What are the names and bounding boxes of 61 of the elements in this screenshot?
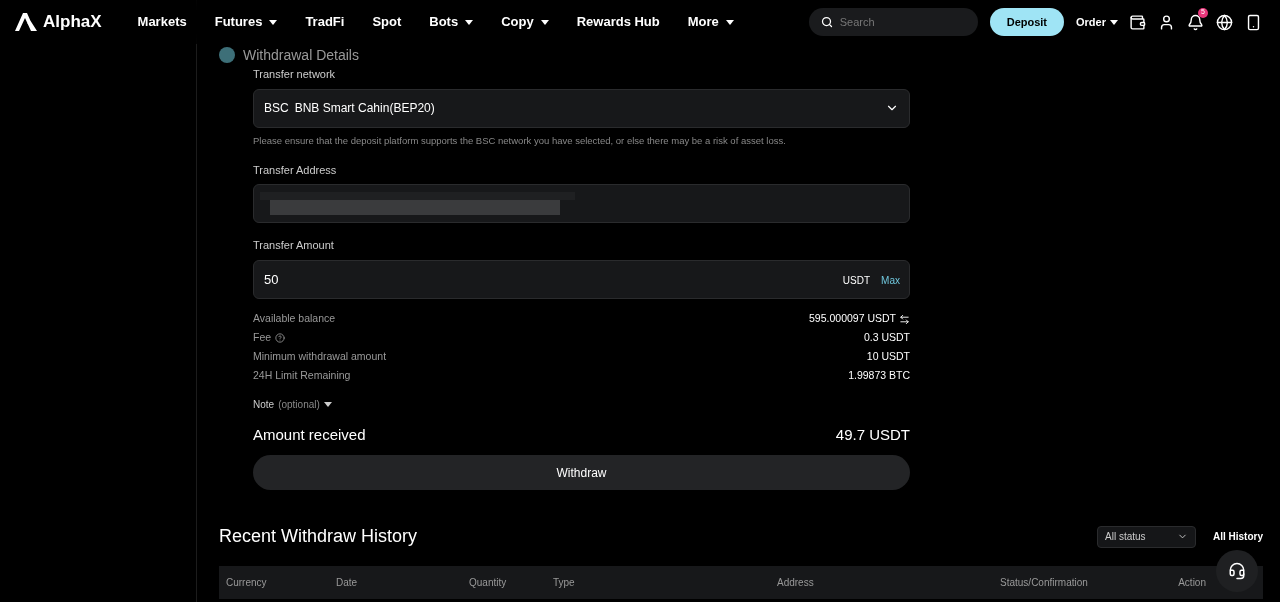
nav-link[interactable]: Spot: [372, 12, 402, 32]
help-icon[interactable]: [275, 333, 286, 344]
history-title: Recent Withdraw History: [219, 525, 418, 549]
bell-icon[interactable]: [1187, 13, 1204, 31]
caret-icon: [725, 19, 734, 25]
caret-icon: [1110, 19, 1118, 25]
step-marker-icon: [219, 47, 235, 63]
wallet-icon[interactable]: [1129, 13, 1146, 31]
column-header: Currency: [226, 576, 268, 591]
received-label: Amount received: [253, 424, 366, 445]
caret-icon: [323, 401, 332, 407]
logo-icon: [15, 13, 37, 31]
max-button[interactable]: Max: [881, 272, 900, 288]
brand-name: AlphaX: [43, 11, 102, 34]
nav-link[interactable]: Copy: [501, 12, 549, 32]
phone-icon[interactable]: [1245, 13, 1262, 31]
nav-link[interactable]: TradFi: [305, 12, 345, 32]
network-select[interactable]: BSC BNB Smart Cahin(BEP20): [253, 88, 910, 128]
detail-label: Fee: [253, 330, 272, 346]
column-header: Address: [777, 576, 815, 591]
nav-link[interactable]: Rewards Hub: [576, 12, 660, 32]
currency-unit: USDT: [842, 273, 871, 288]
field-label: Transfer network: [253, 67, 337, 82]
support-button[interactable]: [1216, 550, 1258, 592]
caret-icon: [465, 19, 474, 25]
field-label: Transfer Address: [253, 162, 338, 178]
order-menu[interactable]: Order: [1076, 13, 1118, 31]
detail-label: Available balance: [253, 311, 336, 327]
section-title: Withdrawal Details: [243, 45, 359, 65]
column-header: Action: [1178, 576, 1206, 591]
detail-label: 24H Limit Remaining: [253, 368, 351, 384]
column-header: Quantity: [469, 576, 508, 591]
field-label: Transfer Amount: [253, 238, 335, 254]
caret-icon: [269, 19, 278, 25]
address-field[interactable]: [253, 184, 910, 224]
detail-value: 595.000097 USDT: [809, 311, 896, 327]
user-icon[interactable]: [1158, 13, 1175, 31]
deposit-button[interactable]: Deposit: [989, 8, 1065, 36]
network-warning: Please ensure that the deposit platform supports the BSC network you have selected, or else there may be a risk of asset loss.: [253, 133, 787, 148]
headset-icon: [1228, 562, 1246, 580]
detail-value: 1.99873 BTC: [848, 368, 910, 384]
detail-label: Minimum withdrawal amount: [253, 349, 387, 365]
caret-icon: [540, 19, 549, 25]
nav-link[interactable]: Futures: [214, 12, 278, 32]
column-header: Status/Confirmation: [1000, 576, 1089, 591]
column-header: Date: [336, 576, 359, 591]
received-value: 49.7 USDT: [835, 424, 910, 445]
nav-link[interactable]: Bots: [429, 12, 474, 32]
all-history-link[interactable]: All History: [1213, 529, 1263, 545]
globe-icon[interactable]: [1216, 13, 1233, 31]
nav-link[interactable]: Markets: [137, 12, 187, 32]
nav-link[interactable]: More: [687, 12, 734, 32]
detail-value: 0.3 USDT: [863, 330, 910, 346]
status-filter[interactable]: All status: [1097, 525, 1196, 548]
swap-icon[interactable]: [899, 313, 910, 325]
search-field[interactable]: Search: [808, 8, 978, 36]
column-header: Type: [553, 576, 576, 591]
search-icon: [820, 16, 833, 28]
note-toggle[interactable]: Note (optional): [253, 396, 332, 412]
detail-value: 10 USDT: [866, 349, 910, 365]
withdraw-button[interactable]: Withdraw: [253, 455, 910, 491]
